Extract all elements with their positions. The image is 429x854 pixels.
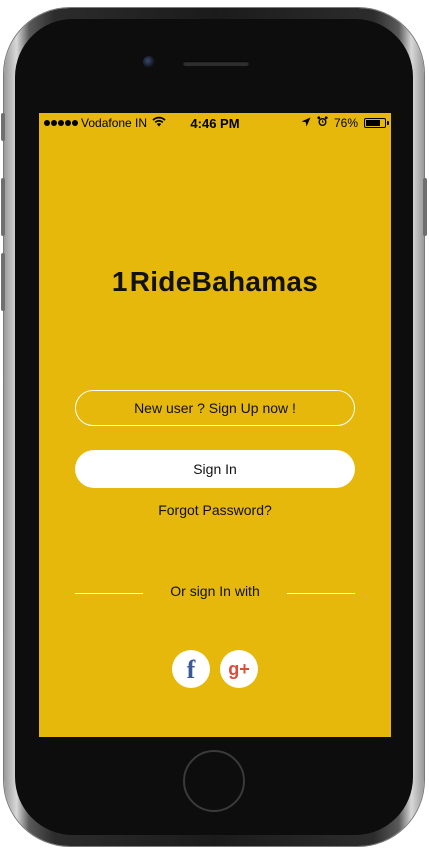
forgot-password-link[interactable]: Forgot Password? [39, 502, 391, 518]
brand-logo: 1RideBahamas [39, 266, 391, 298]
signup-button-label: New user ? Sign Up now ! [134, 400, 296, 416]
divider-right [287, 593, 355, 594]
facebook-login-button[interactable]: f [172, 650, 210, 688]
alarm-clock-icon [317, 116, 328, 130]
app-screen: Vodafone IN 4:46 PM 76% 1RideBahamas New… [39, 113, 391, 737]
battery-icon [364, 118, 389, 128]
signin-button-label: Sign In [193, 461, 237, 477]
home-button[interactable] [183, 750, 245, 812]
battery-level [366, 120, 380, 126]
volume-down-button [1, 253, 5, 311]
power-button [423, 178, 427, 236]
signup-button[interactable]: New user ? Sign Up now ! [75, 390, 355, 426]
mute-switch [1, 113, 5, 141]
brand-name: RideBahamas [129, 266, 319, 297]
google-plus-icon: g+ [228, 658, 250, 679]
status-bar: Vodafone IN 4:46 PM 76% [39, 113, 391, 133]
earpiece-speaker [183, 61, 249, 66]
status-right: 76% [301, 116, 389, 130]
battery-percent: 76% [333, 116, 358, 130]
brand-mark-icon: 1 [111, 266, 128, 297]
location-arrow-icon [301, 116, 311, 130]
front-camera [143, 56, 155, 68]
signin-button[interactable]: Sign In [75, 450, 355, 488]
or-sign-in-with-label: Or sign In with [170, 583, 260, 599]
google-plus-login-button[interactable]: g+ [220, 650, 258, 688]
volume-up-button [1, 178, 5, 236]
facebook-icon: f [186, 655, 196, 684]
